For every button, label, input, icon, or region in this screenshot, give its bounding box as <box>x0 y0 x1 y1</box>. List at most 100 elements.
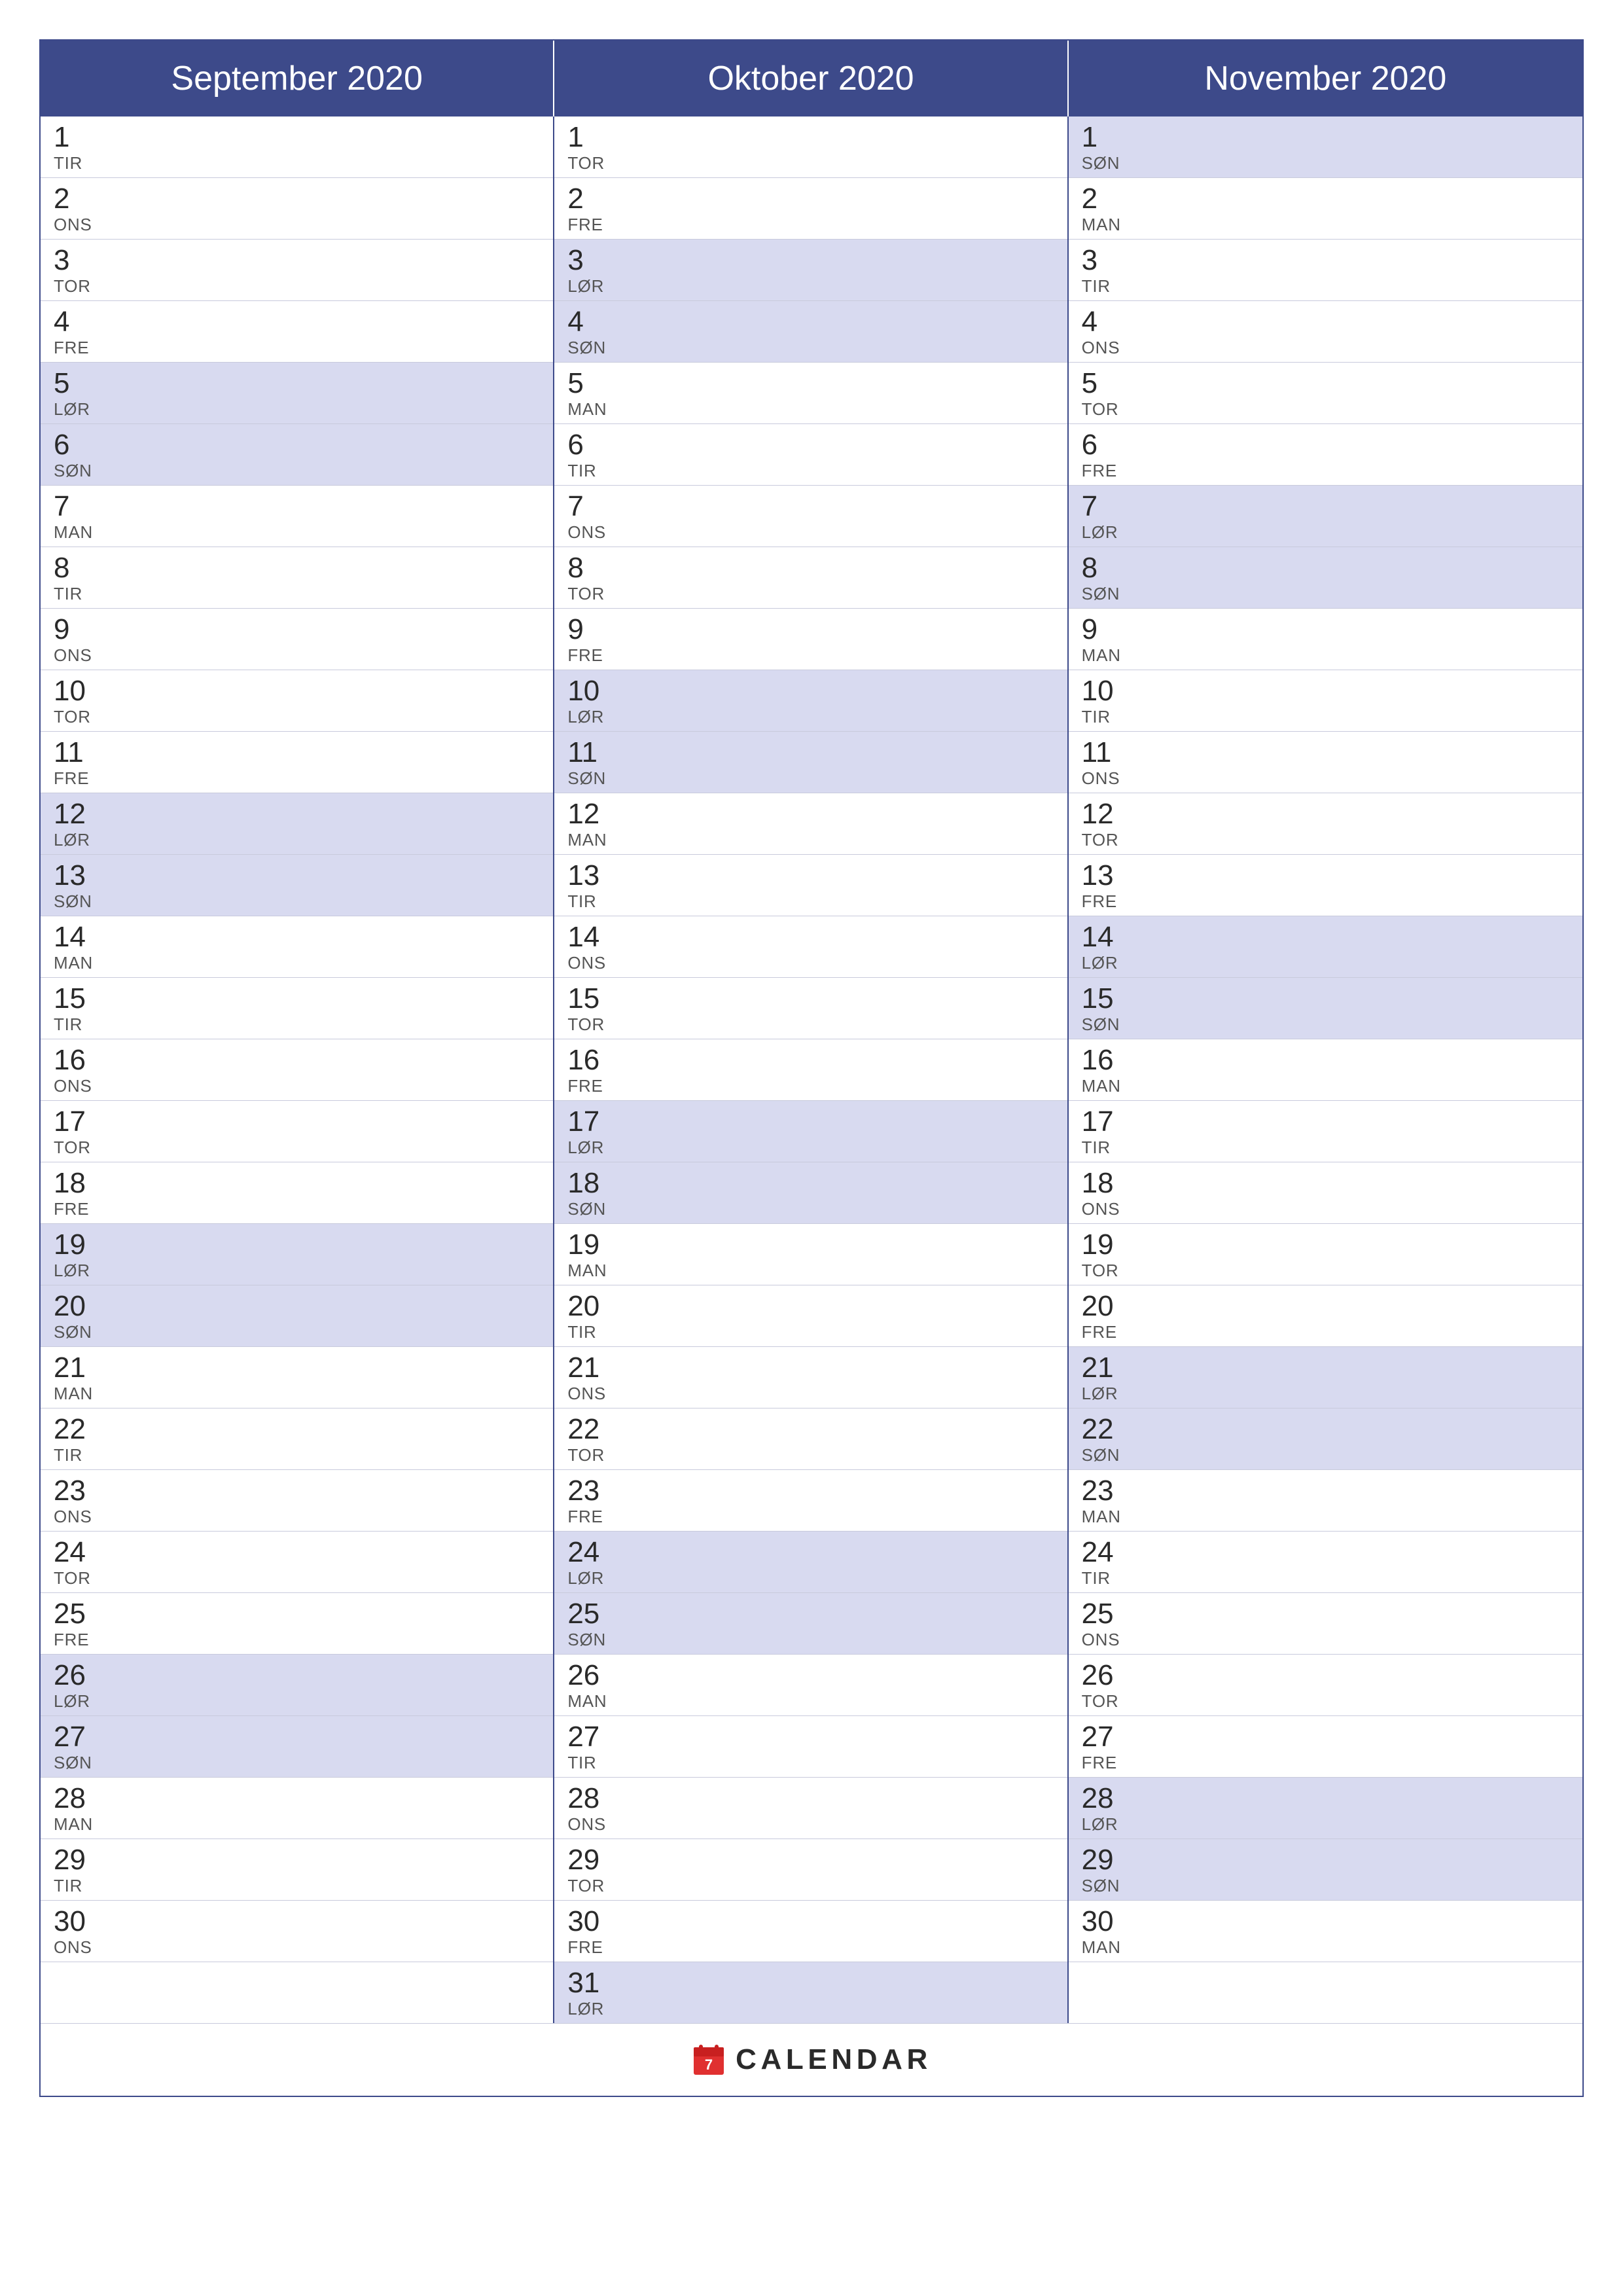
day-name: TOR <box>54 1138 540 1158</box>
day-row: 6SØN <box>41 424 553 486</box>
day-name: LØR <box>54 399 540 420</box>
day-name: TIR <box>567 1322 1054 1342</box>
day-row: 19TOR <box>1069 1224 1582 1285</box>
day-row: 26LØR <box>41 1655 553 1716</box>
day-name: TIR <box>54 153 540 173</box>
day-name: SØN <box>1082 1876 1569 1896</box>
day-name: ONS <box>54 1937 540 1958</box>
day-name: TIR <box>54 584 540 604</box>
day-name: TIR <box>1082 1138 1569 1158</box>
day-name: ONS <box>567 1384 1054 1404</box>
day-row: 23MAN <box>1069 1470 1582 1532</box>
day-name: LØR <box>567 1138 1054 1158</box>
day-number: 11 <box>54 738 540 767</box>
day-name: TIR <box>54 1014 540 1035</box>
day-number: 12 <box>54 800 540 829</box>
day-number: 28 <box>1082 1784 1569 1813</box>
day-number: 11 <box>567 738 1054 767</box>
day-number: 16 <box>1082 1046 1569 1075</box>
day-name: FRE <box>567 1076 1054 1096</box>
day-number: 21 <box>54 1354 540 1382</box>
month-header-november: November 2020 <box>1069 41 1582 117</box>
day-row: 11FRE <box>41 732 553 793</box>
day-name: FRE <box>1082 1753 1569 1773</box>
month-column-0: 1TIR2ONS3TOR4FRE5LØR6SØN7MAN8TIR9ONS10TO… <box>41 117 554 2023</box>
day-name: LØR <box>567 707 1054 727</box>
day-row: 24LØR <box>554 1532 1067 1593</box>
day-row: 24TOR <box>41 1532 553 1593</box>
day-row: 4ONS <box>1069 301 1582 363</box>
day-number: 13 <box>1082 861 1569 890</box>
day-number: 20 <box>1082 1292 1569 1321</box>
day-name: SØN <box>567 1199 1054 1219</box>
day-row: 12MAN <box>554 793 1067 855</box>
day-number: 5 <box>567 369 1054 398</box>
day-number: 17 <box>567 1107 1054 1136</box>
day-name: ONS <box>54 1507 540 1527</box>
day-row: 18SØN <box>554 1162 1067 1224</box>
svg-text:7: 7 <box>705 2056 713 2073</box>
day-number: 29 <box>54 1846 540 1874</box>
day-number: 3 <box>567 246 1054 275</box>
calendar-body: 1TIR2ONS3TOR4FRE5LØR6SØN7MAN8TIR9ONS10TO… <box>41 117 1582 2023</box>
day-name: MAN <box>1082 1076 1569 1096</box>
day-name: TOR <box>567 1445 1054 1465</box>
day-row: 13FRE <box>1069 855 1582 916</box>
day-name: LØR <box>1082 1814 1569 1835</box>
day-number: 12 <box>1082 800 1569 829</box>
day-number: 4 <box>54 308 540 336</box>
day-row: 12LØR <box>41 793 553 855</box>
day-name: SØN <box>1082 1445 1569 1465</box>
day-row: 16FRE <box>554 1039 1067 1101</box>
day-row: 28ONS <box>554 1778 1067 1839</box>
day-row: 20FRE <box>1069 1285 1582 1347</box>
day-row: 1TOR <box>554 117 1067 178</box>
day-name: TIR <box>54 1445 540 1465</box>
day-name: MAN <box>54 1814 540 1835</box>
day-row: 2FRE <box>554 178 1067 240</box>
month-column-1: 1TOR2FRE3LØR4SØN5MAN6TIR7ONS8TOR9FRE10LØ… <box>554 117 1068 2023</box>
day-name: MAN <box>567 830 1054 850</box>
day-number: 5 <box>54 369 540 398</box>
day-row: 6TIR <box>554 424 1067 486</box>
day-name: LØR <box>567 1999 1054 2019</box>
day-number: 17 <box>1082 1107 1569 1136</box>
day-row: 24TIR <box>1069 1532 1582 1593</box>
day-name: SØN <box>567 768 1054 789</box>
day-row: 19LØR <box>41 1224 553 1285</box>
day-number: 25 <box>54 1600 540 1628</box>
day-number: 10 <box>54 677 540 706</box>
day-number: 7 <box>54 492 540 521</box>
day-name: TOR <box>54 1568 540 1588</box>
day-row: 27TIR <box>554 1716 1067 1778</box>
day-number: 22 <box>54 1415 540 1444</box>
day-name: TIR <box>54 1876 540 1896</box>
day-name: LØR <box>1082 522 1569 543</box>
day-number: 7 <box>1082 492 1569 521</box>
day-name: LØR <box>54 1261 540 1281</box>
day-number: 3 <box>1082 246 1569 275</box>
day-number: 8 <box>1082 554 1569 583</box>
day-row: 3TIR <box>1069 240 1582 301</box>
calendar-container: September 2020 Oktober 2020 November 202… <box>39 39 1584 2097</box>
day-row: 29TOR <box>554 1839 1067 1901</box>
day-name: FRE <box>567 215 1054 235</box>
day-row: 11SØN <box>554 732 1067 793</box>
day-row: 4FRE <box>41 301 553 363</box>
day-name: ONS <box>54 645 540 666</box>
footer: 7 CALENDAR <box>41 2023 1582 2096</box>
day-number: 16 <box>54 1046 540 1075</box>
day-name: ONS <box>54 215 540 235</box>
day-name: TOR <box>1082 1261 1569 1281</box>
day-number: 25 <box>567 1600 1054 1628</box>
day-name: FRE <box>567 645 1054 666</box>
day-number: 15 <box>1082 984 1569 1013</box>
day-name: FRE <box>54 338 540 358</box>
day-name: MAN <box>567 1261 1054 1281</box>
day-number: 26 <box>54 1661 540 1690</box>
day-number: 27 <box>1082 1723 1569 1751</box>
day-name: TIR <box>1082 1568 1569 1588</box>
day-row: 20TIR <box>554 1285 1067 1347</box>
day-row: 7ONS <box>554 486 1067 547</box>
day-name: LØR <box>567 1568 1054 1588</box>
